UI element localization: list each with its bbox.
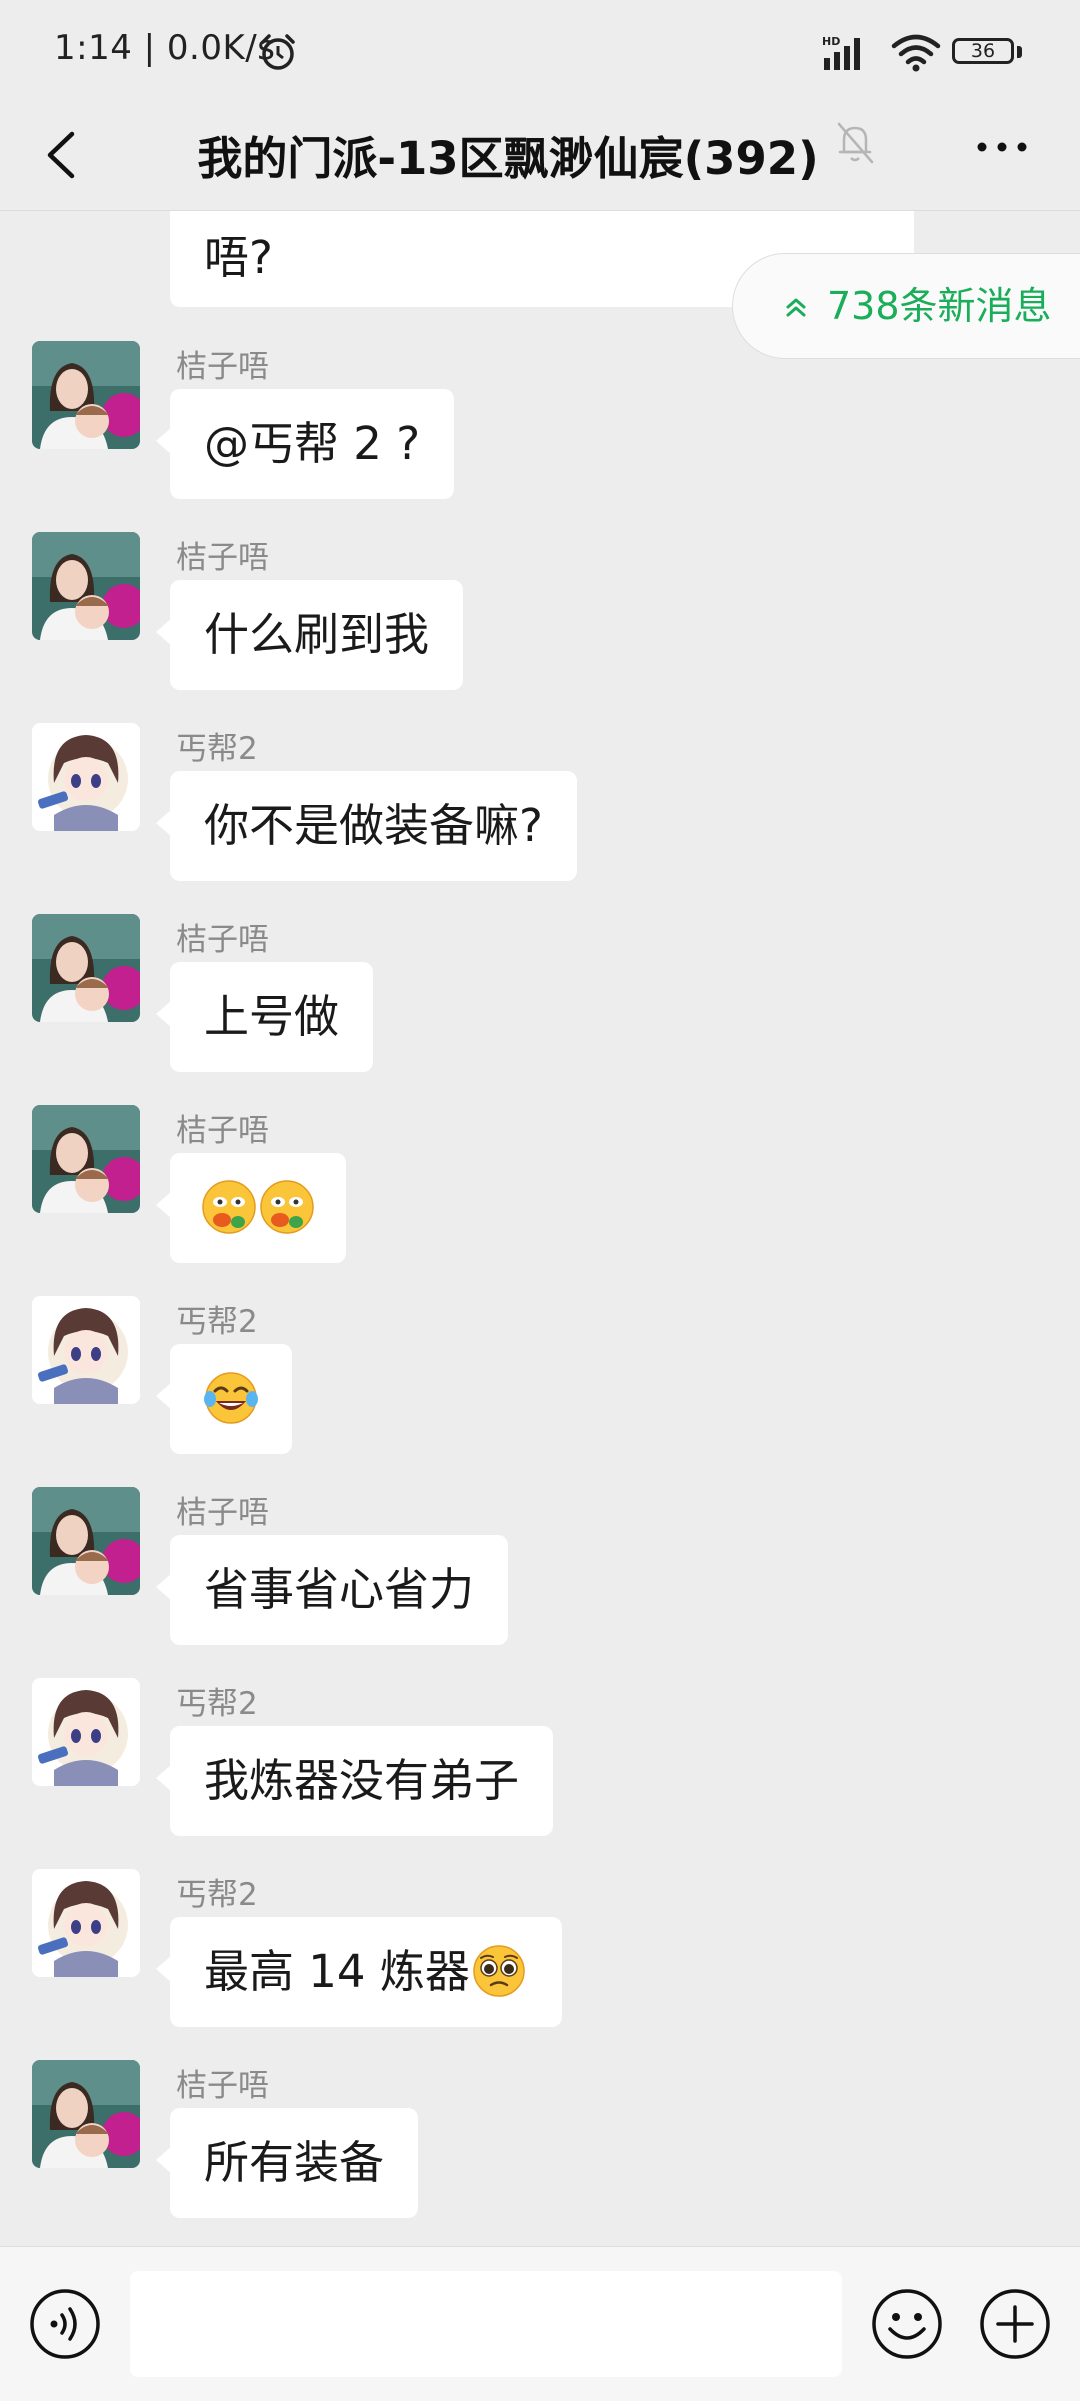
- anime-character-avatar: [32, 1869, 140, 1977]
- message-text: 上号做: [204, 990, 340, 1043]
- message-text: 省事省心省力: [204, 1563, 475, 1616]
- sender-name: 丐帮2: [176, 1304, 258, 1340]
- pleading-face-emoji-icon: [473, 1945, 525, 1997]
- message-text: @丐帮 2 ?: [204, 417, 421, 470]
- sender-name: 桔子唔: [176, 1495, 269, 1531]
- status-time: 1:14 | 0.0K/s: [54, 28, 276, 68]
- alarm-clock-icon: [261, 34, 295, 70]
- sender-name: 桔子唔: [176, 1113, 269, 1149]
- message-bubble[interactable]: [156, 1153, 346, 1263]
- anime-character-avatar: [32, 1296, 140, 1404]
- message-text: 唔?: [204, 231, 273, 284]
- battery-tip: [1017, 46, 1022, 58]
- network-type-label: HD: [822, 35, 840, 48]
- wifi-icon: [891, 34, 941, 72]
- message-bubble[interactable]: 最高 14 炼器: [156, 1917, 562, 2027]
- message-list[interactable]: 唔? 桔子唔 @丐帮 2 ? 桔子唔 什么刷到我 丐帮2 你不是做装备嘛? 桔子…: [0, 211, 1080, 2246]
- woman-with-baby-avatar: [32, 2060, 140, 2168]
- salute-face-emoji-icon: [202, 1180, 256, 1234]
- message-text: 最高 14 炼器: [204, 1945, 470, 1998]
- sender-name: 桔子唔: [176, 2068, 269, 2104]
- battery-icon: 36: [952, 38, 1014, 64]
- avatar[interactable]: [32, 723, 140, 831]
- avatar[interactable]: [32, 1105, 140, 1213]
- message-bubble[interactable]: [156, 1344, 292, 1454]
- avatar[interactable]: [32, 2060, 140, 2168]
- woman-with-baby-avatar: [32, 1105, 140, 1213]
- avatar[interactable]: [32, 341, 140, 449]
- message-bubble[interactable]: 你不是做装备嘛?: [156, 771, 577, 881]
- input-bar: [0, 2246, 1080, 2401]
- avatar[interactable]: [32, 1678, 140, 1786]
- woman-with-baby-avatar: [32, 1487, 140, 1595]
- avatar[interactable]: [32, 1487, 140, 1595]
- anime-character-avatar: [32, 1678, 140, 1786]
- sender-name: 桔子唔: [176, 349, 269, 385]
- message-input[interactable]: [130, 2271, 842, 2377]
- mute-bell-icon: [837, 122, 874, 164]
- sender-name: 桔子唔: [176, 540, 269, 576]
- voice-icon[interactable]: [28, 2287, 102, 2361]
- message-text: 什么刷到我: [204, 608, 430, 661]
- signal-strength-icon: HD: [822, 35, 860, 70]
- woman-with-baby-avatar: [32, 914, 140, 1022]
- tears-of-joy-emoji-icon: [204, 1372, 258, 1424]
- message-bubble[interactable]: 我炼器没有弟子: [155, 1726, 554, 1836]
- message-text: 所有装备: [204, 2136, 385, 2189]
- message-text: 我炼器没有弟子: [204, 1754, 520, 1807]
- avatar[interactable]: [32, 532, 140, 640]
- message-bubble[interactable]: 上号做: [155, 962, 374, 1072]
- message-text: 你不是做装备嘛?: [204, 799, 543, 852]
- emoji-face-icon[interactable]: [870, 2287, 944, 2361]
- sender-name: 丐帮2: [176, 731, 258, 767]
- avatar[interactable]: [32, 1869, 140, 1977]
- message-bubble[interactable]: @丐帮 2 ?: [155, 389, 455, 499]
- sender-name: 丐帮2: [176, 1877, 258, 1913]
- status-bar: 1:14 | 0.0K/s HD 36: [0, 0, 1080, 100]
- new-messages-button[interactable]: 738条新消息: [732, 253, 1080, 359]
- chat-title[interactable]: 我的门派-13区飘渺仙宸(392): [0, 122, 1080, 187]
- chat-header: 我的门派-13区飘渺仙宸(392): [0, 100, 1080, 211]
- new-messages-label: 738条新消息: [827, 284, 1052, 328]
- sender-name: 丐帮2: [176, 1686, 258, 1722]
- message-bubble[interactable]: 什么刷到我: [155, 580, 464, 690]
- message-bubble[interactable]: 省事省心省力: [155, 1535, 509, 1645]
- avatar[interactable]: [32, 914, 140, 1022]
- anime-character-avatar: [32, 723, 140, 831]
- salute-face-emoji-icon: [260, 1180, 314, 1234]
- woman-with-baby-avatar: [32, 532, 140, 640]
- double-chevron-up-icon: [786, 298, 806, 317]
- plus-icon[interactable]: [978, 2287, 1052, 2361]
- battery-level: 36: [970, 40, 996, 62]
- message-bubble[interactable]: 所有装备: [155, 2108, 419, 2218]
- more-dots-icon[interactable]: [970, 120, 1034, 174]
- sender-name: 桔子唔: [176, 922, 269, 958]
- woman-with-baby-avatar: [32, 341, 140, 449]
- avatar[interactable]: [32, 1296, 140, 1404]
